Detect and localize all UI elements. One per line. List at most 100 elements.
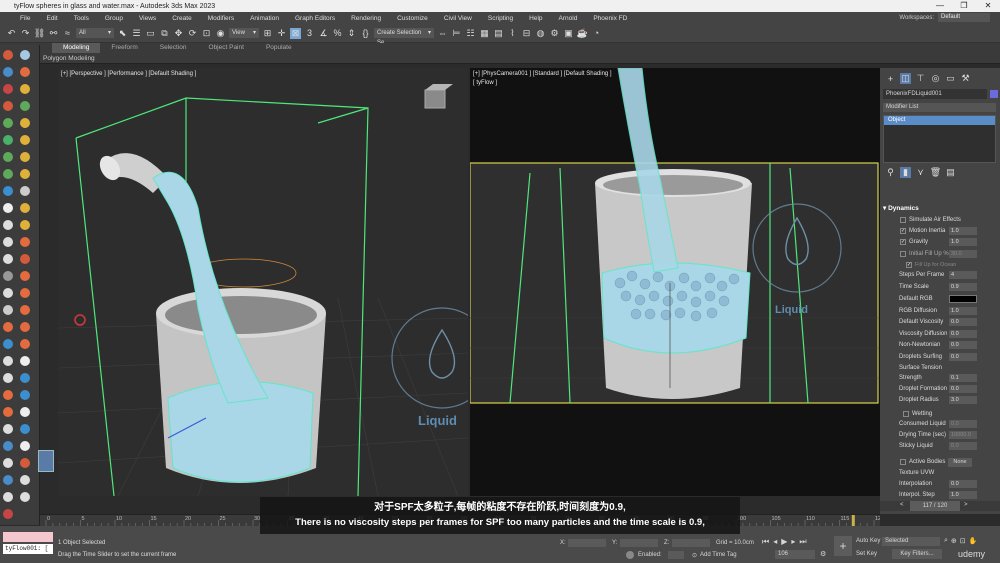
checkbox-checked-icon[interactable]: ✓ — [900, 228, 906, 234]
menu-create[interactable]: Create — [164, 15, 200, 22]
make-unique-icon[interactable]: ⋎ — [915, 167, 926, 178]
droplet-icon[interactable] — [20, 356, 30, 366]
maxscript-listener-field[interactable]: tyFlow001: [ — [3, 544, 53, 554]
utilities-tab-icon[interactable]: ⚒ — [960, 73, 971, 84]
splash-icon[interactable] — [3, 339, 13, 349]
window-crossing-icon[interactable]: ⧉ — [159, 28, 170, 39]
next-frame-icon[interactable]: > — [964, 502, 968, 508]
undo-icon[interactable]: ↶ — [6, 28, 17, 39]
auto-key-button[interactable]: Auto Key — [856, 538, 880, 544]
menu-phoenix-fd[interactable]: Phoenix FD — [585, 15, 635, 22]
spinner-droplets-surfing[interactable]: 0.0 — [949, 353, 977, 361]
candle-icon[interactable] — [20, 322, 30, 332]
configure-sets-icon[interactable]: ▤ — [945, 167, 956, 178]
import-icon[interactable] — [20, 492, 30, 502]
spinner-gravity[interactable]: 1.0 — [949, 238, 977, 246]
menu-civil-view[interactable]: Civil View — [436, 15, 480, 22]
spinner-steps-per-frame[interactable]: 4 — [949, 271, 977, 279]
angle-snap-icon[interactable]: ∡ — [318, 28, 329, 39]
workspaces-dropdown[interactable]: Default — [938, 13, 990, 22]
maximize-button[interactable]: ❐ — [952, 0, 976, 12]
preview-icon[interactable] — [3, 254, 13, 264]
play-icon[interactable]: ▶ — [781, 537, 787, 547]
helper-icon[interactable] — [20, 101, 30, 111]
select-rotate-icon[interactable]: ⟳ — [187, 28, 198, 39]
param-simulate-air-effects[interactable]: Simulate Air Effects — [900, 215, 961, 225]
spinner-drying-time[interactable]: 10000.0 — [949, 431, 977, 439]
spinner-rgb-diffusion[interactable]: 1.0 — [949, 307, 977, 315]
play-icon[interactable] — [3, 203, 13, 213]
tab-populate[interactable]: Populate — [255, 43, 303, 53]
default-rgb-color-swatch[interactable] — [949, 295, 977, 303]
menu-scripting[interactable]: Scripting — [480, 15, 521, 22]
menu-rendering[interactable]: Rendering — [343, 15, 389, 22]
rectangular-region-icon[interactable]: ▭ — [145, 28, 156, 39]
motion-tab-icon[interactable]: ◎ — [930, 73, 941, 84]
go-to-end-icon[interactable]: ⏭ — [799, 537, 806, 547]
snaps-toggle-icon[interactable]: 3 — [304, 28, 315, 39]
spinner-strength[interactable]: 0.1 — [949, 374, 977, 382]
redo-icon[interactable]: ↷ — [20, 28, 31, 39]
object-name-field[interactable]: PhoenixFDLiquid001 — [883, 89, 987, 99]
ribbon-panel-label[interactable]: Polygon Modeling — [0, 53, 1000, 64]
mist-icon[interactable] — [20, 441, 30, 451]
spinner-time-scale[interactable]: 0.9 — [949, 283, 977, 291]
y-coordinate-field[interactable] — [620, 539, 658, 547]
menu-group[interactable]: Group — [97, 15, 131, 22]
select-object-icon[interactable]: ⬉ — [117, 28, 128, 39]
time-slider-thumb[interactable]: 117 / 120 — [910, 501, 960, 511]
reference-coordinate-dropdown[interactable]: View ▾ — [229, 28, 259, 38]
rendered-frame-window-icon[interactable]: ▣ — [563, 28, 574, 39]
grid-icon[interactable] — [3, 169, 13, 179]
add-time-tag-label[interactable]: Add Time Tag — [700, 552, 737, 558]
param-active-bodies[interactable]: Active Bodies — [900, 457, 945, 467]
x-coordinate-field[interactable] — [568, 539, 606, 547]
menu-animation[interactable]: Animation — [242, 15, 287, 22]
stop-icon[interactable] — [3, 237, 13, 247]
spinner-interpol-step[interactable]: 1.0 — [949, 491, 977, 499]
checkbox-icon[interactable] — [900, 217, 906, 223]
pin-stack-icon[interactable]: ⚲ — [885, 167, 896, 178]
tab-selection[interactable]: Selection — [149, 43, 198, 53]
key-filters-button[interactable]: Key Filters... — [892, 549, 942, 559]
wave-icon[interactable] — [3, 441, 13, 451]
checkbox-checked-icon[interactable]: ✓ — [900, 239, 906, 245]
fire-source-icon[interactable] — [20, 67, 30, 77]
tab-modeling[interactable]: Modeling — [52, 43, 101, 53]
selection-filter-dropdown[interactable]: All ▾ — [76, 28, 114, 38]
hierarchy-tab-icon[interactable]: ⊤ — [915, 73, 926, 84]
viewport-layout-tab[interactable] — [38, 450, 54, 472]
menu-graph-editors[interactable]: Graph Editors — [287, 15, 343, 22]
time-configuration-icon[interactable]: ⚙ — [820, 550, 826, 558]
z-coordinate-field[interactable] — [672, 539, 710, 547]
dynamics-rollout-title[interactable]: ▾ Dynamics — [883, 204, 919, 212]
torch-icon[interactable] — [20, 305, 30, 315]
menu-views[interactable]: Views — [131, 15, 164, 22]
fire-preset-icon[interactable] — [3, 390, 13, 400]
render-production-icon[interactable]: ☕ — [577, 28, 588, 39]
schematic-view-icon[interactable]: ⊟ — [521, 28, 532, 39]
remove-modifier-icon[interactable]: 🗑 — [930, 167, 941, 178]
checkbox-icon[interactable] — [900, 459, 906, 465]
reset-icon[interactable] — [20, 220, 30, 230]
graph-icon[interactable] — [20, 135, 30, 145]
modify-tab-icon[interactable]: ◫ — [900, 73, 911, 84]
param-initial-fill-up[interactable]: Initial Fill Up % — [900, 249, 949, 259]
camera-icon[interactable] — [3, 101, 13, 111]
particle-icon[interactable] — [3, 84, 13, 94]
spinner-sticky-liquid[interactable]: 0.0 — [949, 442, 977, 450]
display-tab-icon[interactable]: ▭ — [945, 73, 956, 84]
lava-icon[interactable] — [3, 407, 13, 417]
keyboard-shortcut-override-icon[interactable]: ⊠ — [290, 27, 301, 39]
trash-icon[interactable] — [3, 271, 13, 281]
checkbox-checked-icon[interactable]: ✓ — [906, 262, 912, 268]
menu-edit[interactable]: Edit — [38, 15, 65, 22]
create-tab-icon[interactable]: + — [885, 73, 896, 84]
light-bulb-icon[interactable] — [20, 84, 30, 94]
toggle-scene-explorer-icon[interactable]: ☷ — [465, 28, 476, 39]
wind-icon[interactable] — [20, 169, 30, 179]
vortex-icon[interactable] — [3, 475, 13, 485]
rain-icon[interactable] — [20, 424, 30, 434]
named-selection-dropdown[interactable]: Create Selection Se ▾ — [374, 28, 434, 46]
explosion-icon[interactable] — [3, 322, 13, 332]
